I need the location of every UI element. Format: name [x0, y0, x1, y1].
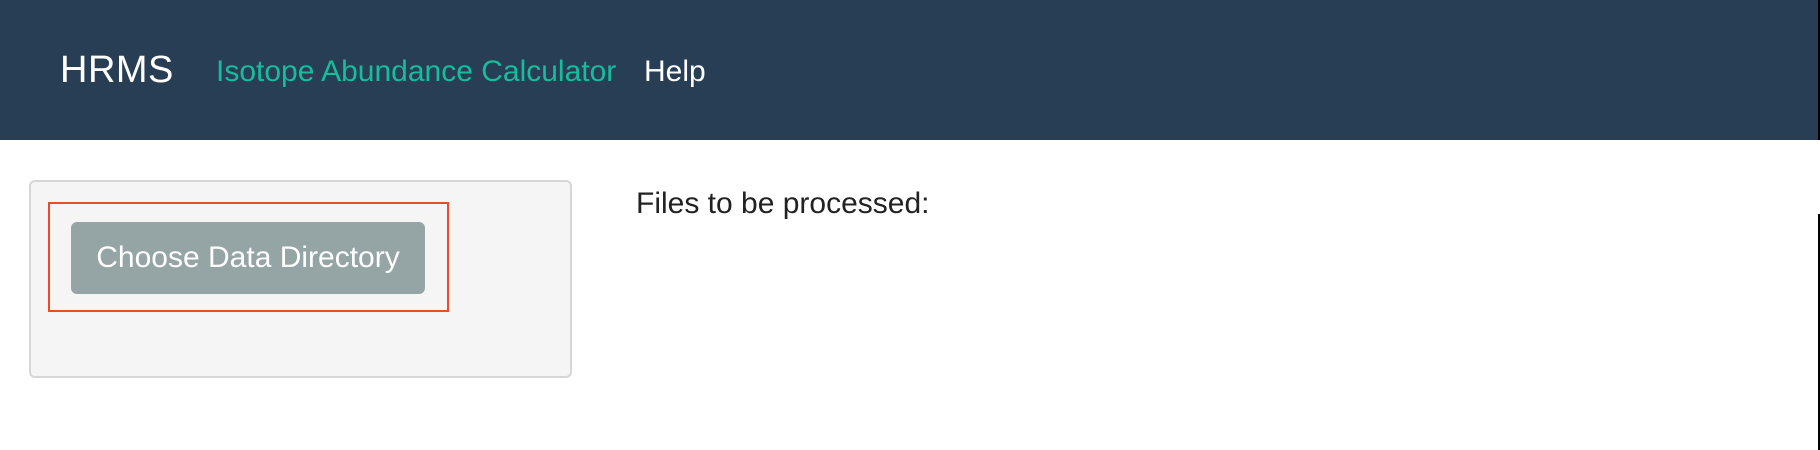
files-to-be-processed-label: Files to be processed: — [636, 187, 930, 220]
choose-data-directory-button[interactable]: Choose Data Directory — [71, 222, 425, 294]
nav-link-isotope-abundance-calculator[interactable]: Isotope Abundance Calculator — [216, 53, 616, 91]
navbar: HRMS Isotope Abundance Calculator Help — [0, 0, 1818, 140]
nav-link-help[interactable]: Help — [644, 53, 706, 91]
navbar-brand[interactable]: HRMS — [60, 46, 174, 94]
